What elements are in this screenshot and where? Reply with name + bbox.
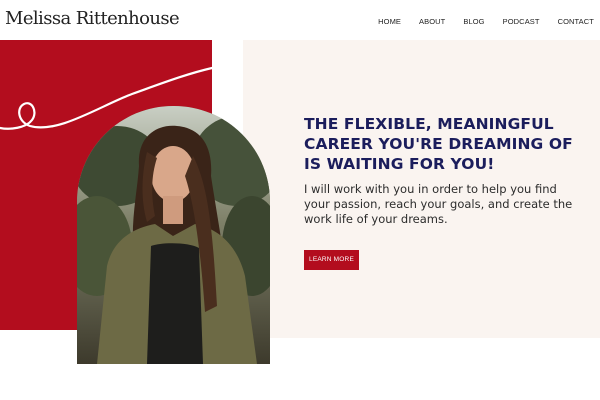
nav-item-contact[interactable]: CONTACT — [558, 17, 594, 26]
hero-description: I will work with you in order to help yo… — [304, 182, 573, 226]
portrait-photo — [77, 106, 270, 364]
site-title[interactable]: Melissa Rittenhouse — [5, 8, 180, 29]
nav-item-blog[interactable]: BLOG — [463, 17, 484, 26]
site-header: Melissa Rittenhouse HOME ABOUT BLOG PODC… — [0, 0, 600, 40]
main-nav: HOME ABOUT BLOG PODCAST CONTACT — [378, 17, 594, 26]
page: Melissa Rittenhouse HOME ABOUT BLOG PODC… — [0, 0, 600, 400]
hero-heading: THE FLEXIBLE, MEANINGFUL CAREER YOU'RE D… — [304, 115, 573, 173]
learn-more-button[interactable]: LEARN MORE — [304, 250, 359, 270]
nav-item-podcast[interactable]: PODCAST — [503, 17, 540, 26]
nav-item-home[interactable]: HOME — [378, 17, 401, 26]
nav-item-about[interactable]: ABOUT — [419, 17, 445, 26]
